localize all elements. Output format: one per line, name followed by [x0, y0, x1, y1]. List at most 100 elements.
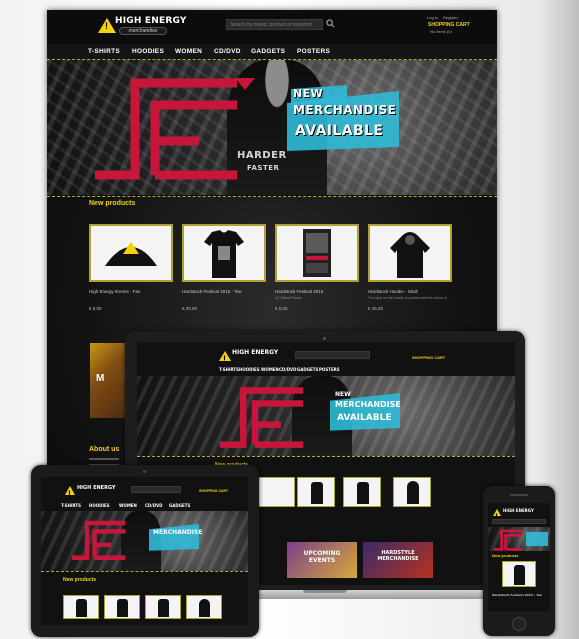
nav-item-gadgets[interactable]: GADGETS — [169, 503, 190, 508]
register-link[interactable]: Register — [443, 15, 458, 20]
fan-icon — [105, 242, 157, 266]
nav-item-women[interactable]: WOMEN — [175, 48, 202, 55]
product-card[interactable] — [104, 595, 140, 619]
poster-icon — [303, 229, 331, 277]
about-us-title: About us — [89, 446, 120, 453]
brand-logo-text[interactable]: HIGH ENERGY — [77, 485, 116, 491]
banner-headline-merchandise: MERCHANDISE — [293, 103, 397, 117]
search-input[interactable] — [492, 519, 546, 524]
product-name[interactable]: Hardstock Festival 2015 — [275, 289, 323, 294]
nav-item-cddvd[interactable]: CD/DVD — [279, 367, 296, 372]
product-name[interactable]: Hardstock Festival 2015 - Tee — [492, 593, 542, 597]
nav-item-women[interactable]: WOMEN — [119, 503, 137, 508]
product-card[interactable] — [145, 595, 181, 619]
login-link[interactable]: Log in — [427, 15, 438, 20]
shopping-cart-link[interactable]: SHOPPING CART — [412, 355, 445, 360]
product-description: The skull on the hoodie is printed with … — [368, 296, 447, 304]
product-price: € 20,00 — [182, 306, 198, 311]
hero-banner[interactable]: HARDER FASTER NEW MERCHANDISE AVAILABLE — [47, 60, 497, 195]
product-price: € 5,00 — [89, 306, 102, 311]
banner-headline-available: AVAILABLE — [337, 413, 392, 423]
hoodie-icon — [407, 481, 419, 504]
camera-icon — [323, 337, 326, 340]
main-nav: T-SHIRTS HOODIES WOMEN CD/DVD GADGETS PO… — [47, 44, 497, 60]
product-card[interactable] — [393, 477, 431, 507]
promo-tile-hardstyle[interactable]: HARDSTYLE MERCHANDISE — [363, 542, 433, 578]
product-card[interactable] — [182, 224, 266, 282]
shopping-cart-link[interactable]: SHOPPING CART — [199, 489, 228, 493]
promo-tile-events[interactable]: UPCOMING EVENTS — [287, 542, 357, 578]
new-products-title: New products — [492, 553, 519, 558]
brand-mark-logo-icon — [219, 387, 304, 448]
nav-item-gadgets[interactable]: GADGETS — [297, 367, 318, 372]
divider — [41, 571, 248, 572]
banner-headline-new: NEW — [335, 391, 351, 398]
divider — [137, 456, 515, 457]
nav-item-posters[interactable]: POSTERS — [319, 367, 340, 372]
nav-item-women[interactable]: WOMEN — [261, 367, 279, 372]
brand-logo-text[interactable]: HIGH ENERGY — [503, 508, 534, 513]
nav-item-tshirts[interactable]: T-SHIRTS — [61, 503, 81, 508]
new-products-title: New products — [63, 577, 97, 583]
product-card[interactable] — [502, 561, 536, 587]
brand-logo-text[interactable]: HIGH ENERGY — [115, 16, 187, 26]
product-name[interactable]: High Energy Events - Fan — [89, 289, 141, 294]
tshirt-icon — [204, 230, 244, 278]
tshirt-icon — [117, 599, 128, 617]
brand-mark-logo-icon — [72, 520, 126, 560]
brand-mark-logo-icon — [95, 78, 255, 180]
product-price: € 45,00 — [368, 306, 384, 311]
tshirt-icon — [514, 565, 525, 585]
brand-logo-text[interactable]: HIGH ENERGY — [232, 349, 278, 356]
hero-banner[interactable]: MERCHANDISE — [41, 511, 248, 571]
banner-headline-new: NEW — [293, 87, 324, 100]
banner-headline-merchandise: MERCHANDISE — [335, 400, 401, 409]
product-name[interactable]: Hardstock Hoodie - Skull — [368, 289, 418, 294]
product-price: € 5,00 — [275, 306, 288, 311]
nav-item-hoodies[interactable]: HOODIES — [239, 367, 260, 372]
product-card[interactable] — [275, 224, 359, 282]
promo-hardstyle-merchandise: HARDSTYLE MERCHANDISE — [377, 550, 419, 562]
about-text-line — [89, 458, 119, 460]
product-card[interactable] — [297, 477, 335, 507]
product-card[interactable] — [343, 477, 381, 507]
nav-item-hoodies[interactable]: HOODIES — [89, 503, 110, 508]
warning-logo-icon — [219, 351, 231, 364]
tshirt-icon — [76, 599, 87, 617]
search-input[interactable]: Search by brand, product or keyword — [226, 19, 323, 30]
banner-headline-available: AVAILABLE — [295, 123, 384, 139]
hero-banner[interactable]: NEW MERCHANDISE AVAILABLE — [137, 376, 515, 456]
nav-item-posters[interactable]: POSTERS — [297, 48, 330, 55]
tshirt-icon — [357, 482, 369, 504]
site-header: HIGH ENERGY merchandise Search by brand,… — [47, 10, 497, 44]
search-icon[interactable] — [326, 19, 335, 28]
promo-upcoming-events: UPCOMING EVENTS — [303, 550, 341, 564]
nav-item-hoodies[interactable]: HOODIES — [132, 48, 164, 55]
product-description: A2 Official Poster — [275, 296, 302, 300]
product-card[interactable] — [186, 595, 222, 619]
banner-headline-background — [149, 523, 199, 551]
nav-item-tshirts[interactable]: T-SHIRTS — [88, 48, 120, 55]
tablet-screen: HIGH ENERGY SHOPPING CART T-SHIRTS HOODI… — [41, 477, 248, 625]
search-input[interactable] — [295, 351, 370, 359]
search-input[interactable] — [131, 486, 181, 493]
product-name[interactable]: Hardstock Festival 2015 - Tee — [182, 289, 241, 294]
hero-banner[interactable] — [488, 527, 550, 551]
home-button — [512, 617, 526, 631]
nav-item-cddvd[interactable]: CD/DVD — [145, 503, 162, 508]
warning-logo-icon — [65, 486, 75, 499]
product-card[interactable] — [63, 595, 99, 619]
brand-mark-logo-icon — [493, 529, 522, 551]
nav-item-tshirts[interactable]: T-SHIRTS — [219, 367, 239, 372]
product-card[interactable] — [89, 224, 173, 282]
nav-item-gadgets[interactable]: GADGETS — [251, 48, 285, 55]
laptop-notch — [303, 590, 347, 593]
tshirt-icon — [158, 599, 169, 617]
new-products-title: New products — [89, 200, 136, 207]
nav-item-cddvd[interactable]: CD/DVD — [214, 48, 241, 55]
warning-logo-icon — [493, 509, 501, 522]
shopping-cart-link[interactable]: SHOPPING CART — [428, 22, 470, 28]
product-card[interactable] — [368, 224, 452, 282]
product-card[interactable] — [257, 477, 295, 507]
speaker-icon — [510, 494, 528, 496]
